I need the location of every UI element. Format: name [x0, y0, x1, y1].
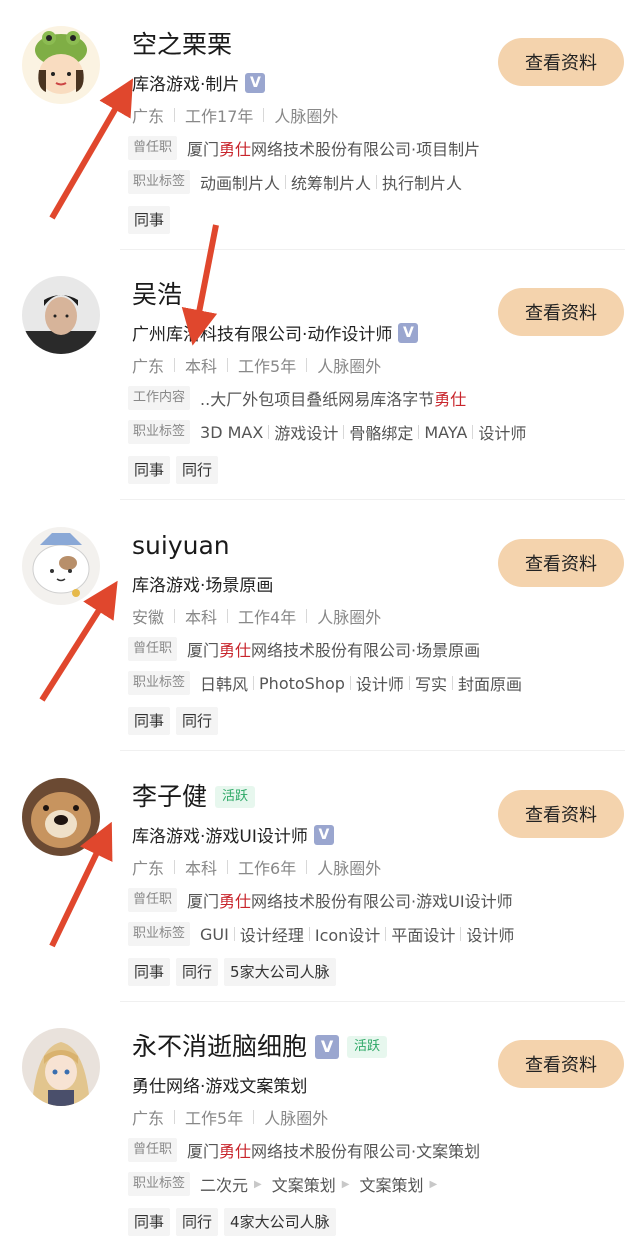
view-profile-button[interactable]: 查看资料 — [498, 1040, 624, 1088]
profession-tags: 职业标签 GUI 设计经理 Icon设计 平面设计 设计师 — [128, 922, 514, 946]
person-card[interactable]: 永不消逝脑细胞 V 活跃 勇仕网络·游戏文案策划 广东 工作5年 人脉圈外 曾任… — [0, 1002, 639, 1252]
relation-chips: 同事 同行 4家大公司人脉 — [128, 1208, 336, 1236]
chip: 同事 — [128, 1208, 171, 1236]
job-title: 勇仕网络·游戏文案策划 — [132, 1077, 308, 1097]
chip: 同行 — [176, 1208, 219, 1236]
profession-tags: 职业标签 动画制片人 统筹制片人 执行制片人 — [128, 170, 462, 194]
job-title: 广州库洛科技有限公司·动作设计师 — [132, 325, 393, 345]
active-badge: 活跃 — [215, 786, 256, 808]
view-profile-button[interactable]: 查看资料 — [498, 539, 624, 587]
job-title: 库洛游戏·制片 — [132, 75, 240, 95]
chip: 同事 — [128, 206, 171, 234]
person-card[interactable]: 吴浩 广州库洛科技有限公司·动作设计师 V 广东 本科 工作5年 人脉圈外 工作… — [0, 250, 639, 500]
work-history: 曾任职 厦门 勇仕 网络技术股份有限公司·文案策划 — [128, 1138, 480, 1162]
avatar[interactable] — [22, 778, 100, 856]
work-history: 曾任职 厦门 勇仕 网络技术股份有限公司·项目制片 — [128, 136, 480, 160]
view-profile-button[interactable]: 查看资料 — [498, 790, 624, 838]
meta-row: 广东 工作17年 人脉圈外 — [132, 107, 339, 126]
work-content: 工作内容 ..大厂外包项目叠纸网易库洛字节 勇仕 — [128, 386, 466, 410]
meta-row: 安徽 本科 工作4年 人脉圈外 — [132, 608, 382, 627]
chip: 同事 — [128, 707, 171, 735]
chip: 同行 — [176, 456, 219, 484]
verified-plus-icon: V — [398, 322, 419, 343]
relation-chips: 同事 — [128, 206, 171, 234]
avatar[interactable] — [22, 26, 100, 104]
person-card[interactable]: 空之栗栗 库洛游戏·制片 V 广东 工作17年 人脉圈外 曾任职 厦门 勇仕 网络技… — [0, 0, 639, 250]
profession-tags: 职业标签 3D MAX 游戏设计 骨骼绑定 MAYA 设计师 — [128, 420, 526, 444]
chip: 4家大公司人脉 — [224, 1208, 336, 1236]
avatar[interactable] — [22, 1028, 100, 1106]
verified-icon: V — [313, 824, 334, 845]
relation-chips: 同事 同行 5家大公司人脉 — [128, 958, 336, 986]
view-profile-button[interactable]: 查看资料 — [498, 288, 624, 336]
person-card[interactable]: 李子健 活跃 库洛游戏·游戏UI设计师 V 广东 本科 工作6年 人脉圈外 曾任… — [0, 752, 639, 1002]
avatar[interactable] — [22, 527, 100, 605]
chip: 同事 — [128, 958, 171, 986]
play-arrow-icon: ▶ — [341, 1178, 350, 1190]
profession-tags: 职业标签 日韩风 PhotoShop 设计师 写实 封面原画 — [128, 671, 522, 695]
work-history: 曾任职 厦门 勇仕 网络技术股份有限公司·游戏UI设计师 — [128, 888, 513, 912]
meta-row: 广东 本科 工作6年 人脉圈外 — [132, 859, 382, 878]
person-name: suiyuan — [132, 531, 230, 560]
work-history: 曾任职 厦门 勇仕 网络技术股份有限公司·场景原画 — [128, 637, 480, 661]
relation-chips: 同事 同行 — [128, 707, 219, 735]
verified-icon: V — [245, 72, 266, 93]
chip: 5家大公司人脉 — [224, 958, 336, 986]
chip: 同事 — [128, 456, 171, 484]
chip: 同行 — [176, 958, 219, 986]
person-name: 李子健 — [132, 782, 208, 811]
person-card[interactable]: suiyuan 库洛游戏·场景原画 安徽 本科 工作4年 人脉圈外 曾任职 厦门… — [0, 501, 639, 751]
meta-row: 广东 本科 工作5年 人脉圈外 — [132, 357, 382, 376]
job-title: 库洛游戏·游戏UI设计师 — [132, 827, 308, 847]
view-profile-button[interactable]: 查看资料 — [498, 38, 624, 86]
meta-row: 广东 工作5年 人脉圈外 — [132, 1109, 329, 1128]
relation-chips: 同事 同行 — [128, 456, 219, 484]
active-badge: 活跃 — [347, 1036, 388, 1058]
person-name: 空之栗栗 — [132, 30, 233, 59]
profession-tags: 职业标签 二次元 ▶ 文案策划 ▶ 文案策划 ▶ — [128, 1172, 447, 1196]
play-arrow-icon: ▶ — [429, 1178, 438, 1190]
person-name: 吴浩 — [132, 280, 183, 309]
chip: 同行 — [176, 707, 219, 735]
job-title: 库洛游戏·场景原画 — [132, 576, 274, 596]
verified-icon: V — [315, 1035, 340, 1059]
play-arrow-icon: ▶ — [254, 1178, 262, 1190]
person-name: 永不消逝脑细胞 — [132, 1032, 308, 1061]
avatar[interactable] — [22, 276, 100, 354]
